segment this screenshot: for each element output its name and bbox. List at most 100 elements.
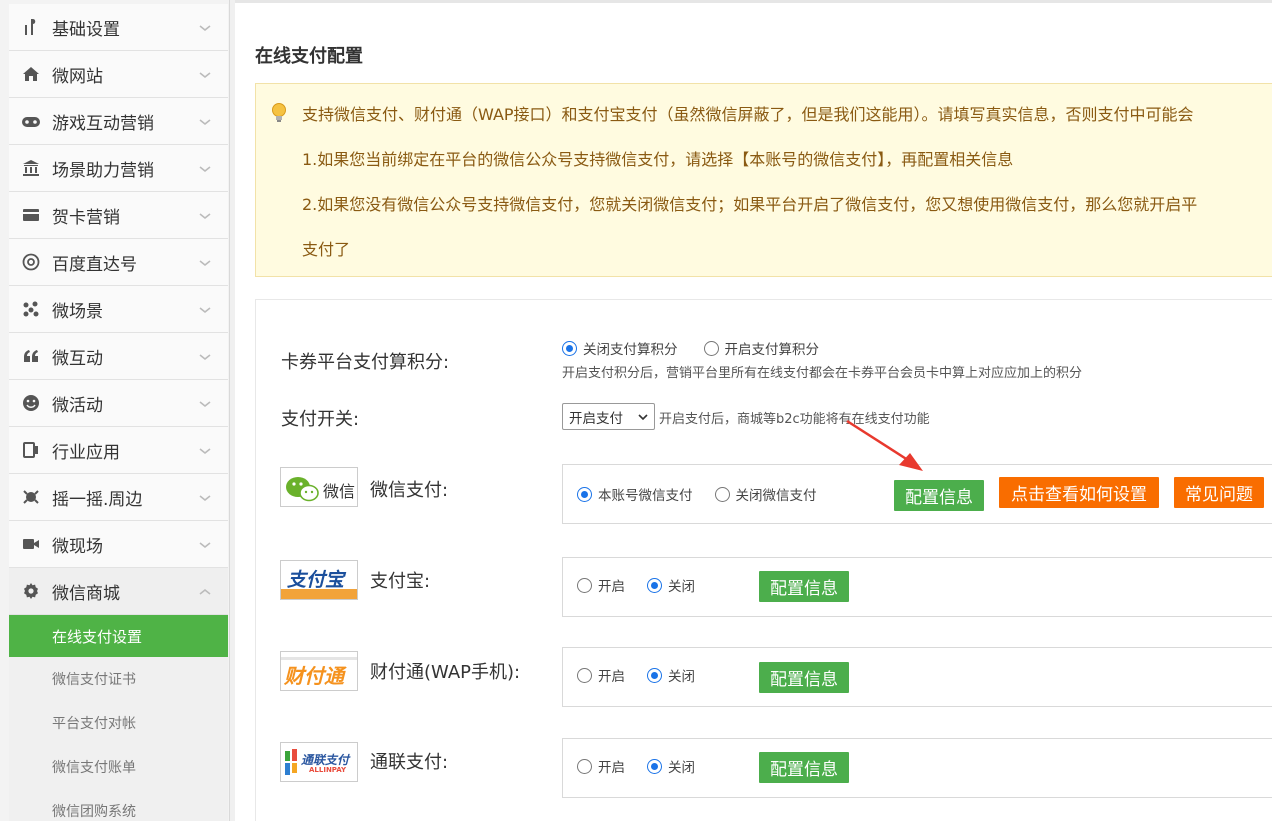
sidebar-item-label: 微活动: [52, 395, 103, 416]
wechat-off-radio[interactable]: [714, 486, 730, 502]
sidebar-item-label: 摇一摇.周边: [52, 489, 143, 510]
alipay-on-radio[interactable]: [577, 577, 592, 593]
sidebar-item-scene-marketing[interactable]: 场景助力营销: [9, 145, 228, 192]
at-icon: [21, 252, 41, 272]
chevron-down-icon: [199, 354, 211, 361]
sidebar-item-label: 场景助力营销: [52, 160, 154, 181]
notice-line-4: 支付了: [302, 240, 351, 259]
sidebar-subitem-payment-bill[interactable]: 微信支付账单: [9, 745, 228, 789]
home-icon: [21, 64, 41, 84]
tenpay-on-label: 开启: [598, 669, 625, 685]
sidebar-item-shake[interactable]: 摇一摇.周边: [9, 474, 228, 521]
notice-line-2: 1.如果您当前绑定在平台的微信公众号支持微信支付，请选择【本账号的微信支付】，再…: [302, 150, 1014, 169]
chevron-down-icon: [199, 119, 211, 126]
sidebar-item-micro-site[interactable]: 微网站: [9, 51, 228, 98]
notice-box: 支持微信支付、财付通（WAP接口）和支付宝支付（虽然微信屏蔽了，但是我们这能用）…: [255, 83, 1272, 277]
wechat-mall-submenu: 在线支付设置 微信支付证书 平台支付对帐 微信支付账单 微信团购系统: [9, 615, 228, 821]
payment-switch-label: 支付开关:: [281, 409, 360, 430]
allinpay-logo-subtext: ALLINPAY: [309, 766, 347, 774]
chevron-down-icon: [638, 414, 648, 421]
sidebar-item-micro-scene[interactable]: 微场景: [9, 286, 228, 333]
payment-switch-select[interactable]: 开启支付: [562, 403, 655, 430]
sidebar-item-label: 基础设置: [52, 19, 120, 40]
device-icon: [21, 440, 41, 460]
chevron-down-icon: [199, 307, 211, 314]
wechat-own-label: 本账号微信支付: [598, 488, 693, 504]
alipay-on-label: 开启: [598, 579, 625, 595]
chevron-down-icon: [199, 448, 211, 455]
sidebar-item-label: 微现场: [52, 536, 103, 557]
chevron-down-icon: [199, 260, 211, 267]
sidebar-item-label: 微互动: [52, 348, 103, 369]
allinpay-label: 通联支付:: [370, 752, 449, 773]
tenpay-config-button[interactable]: 配置信息: [759, 662, 849, 693]
allinpay-logo: 通联支付 ALLINPAY: [280, 742, 358, 782]
alipay-logo-text: 支付宝: [287, 569, 345, 591]
chevron-down-icon: [199, 495, 211, 502]
tools-icon: [21, 17, 41, 37]
page-title: 在线支付配置: [255, 46, 363, 67]
wechat-faq-button[interactable]: 常见问题: [1174, 477, 1264, 508]
wechat-pay-logo: 微信: [280, 467, 358, 507]
main-content: 在线支付配置 支持微信支付、财付通（WAP接口）和支付宝支付（虽然微信屏蔽了，但…: [235, 0, 1272, 821]
sidebar: 基础设置 微网站 游戏互动营销 场景助力营销 贺卡营销 百度直达号 微场景 微互…: [0, 0, 230, 821]
sidebar-item-label: 微网站: [52, 66, 103, 87]
sidebar-item-label: 游戏互动营销: [52, 113, 154, 134]
tenpay-off-label: 关闭: [668, 669, 695, 685]
points-off-radio[interactable]: [562, 340, 577, 356]
points-hint: 开启支付积分后，营销平台里所有在线支付都会在卡券平台会员卡中算上对应应加上的积分: [562, 366, 1083, 381]
wechat-howto-button[interactable]: 点击查看如何设置: [999, 477, 1159, 508]
sidebar-item-game-marketing[interactable]: 游戏互动营销: [9, 98, 228, 145]
alipay-logo: 支付宝: [280, 560, 358, 600]
sidebar-item-baidu[interactable]: 百度直达号: [9, 239, 228, 286]
chevron-down-icon: [199, 72, 211, 79]
allinpay-on-radio[interactable]: [577, 758, 592, 774]
allinpay-config-button[interactable]: 配置信息: [759, 752, 849, 783]
sidebar-item-label: 微信商城: [52, 583, 120, 604]
sidebar-subitem-payment-cert[interactable]: 微信支付证书: [9, 657, 228, 701]
sidebar-subitem-group-buy[interactable]: 微信团购系统: [9, 789, 228, 821]
sidebar-item-micro-activity[interactable]: 微活动: [9, 380, 228, 427]
tenpay-off-radio[interactable]: [647, 667, 662, 683]
chevron-up-icon: [199, 588, 211, 595]
points-label: 卡券平台支付算积分:: [281, 352, 450, 373]
sidebar-item-micro-interaction[interactable]: 微互动: [9, 333, 228, 380]
gamepad-icon: [21, 111, 41, 131]
alipay-label: 支付宝:: [370, 571, 431, 592]
sidebar-item-industry-apps[interactable]: 行业应用: [9, 427, 228, 474]
wechat-off-label: 关闭微信支付: [735, 488, 817, 504]
sidebar-item-basic-settings[interactable]: 基础设置: [9, 4, 228, 51]
molecule-icon: [21, 299, 41, 319]
allinpay-radio-group: 开启 关闭: [577, 756, 695, 776]
sidebar-subitem-online-payment[interactable]: 在线支付设置: [9, 615, 228, 657]
bank-icon: [21, 158, 41, 178]
payment-switch-value: 开启支付: [569, 410, 623, 427]
wechat-config-button[interactable]: 配置信息: [894, 480, 984, 511]
sidebar-item-label: 行业应用: [52, 442, 120, 463]
chevron-down-icon: [199, 213, 211, 220]
sidebar-item-greeting-card[interactable]: 贺卡营销: [9, 192, 228, 239]
notice-line-3: 2.如果您没有微信公众号支持微信支付，您就关闭微信支付；如果平台开启了微信支付，…: [302, 195, 1198, 214]
wechat-logo-text: 微信: [323, 482, 356, 501]
sidebar-item-label: 贺卡营销: [52, 207, 120, 228]
alipay-off-radio[interactable]: [647, 577, 662, 593]
points-off-label: 关闭支付算积分: [583, 342, 678, 358]
allinpay-off-label: 关闭: [668, 760, 695, 776]
tenpay-on-radio[interactable]: [577, 667, 592, 683]
points-on-radio[interactable]: [703, 340, 719, 356]
chevron-down-icon: [199, 25, 211, 32]
alipay-config-button[interactable]: 配置信息: [759, 571, 849, 602]
alipay-off-label: 关闭: [668, 579, 695, 595]
allinpay-on-label: 开启: [598, 760, 625, 776]
card-icon: [21, 205, 41, 225]
smile-icon: [21, 393, 41, 413]
sidebar-item-micro-live[interactable]: 微现场: [9, 521, 228, 568]
wechat-own-radio[interactable]: [577, 486, 592, 502]
sidebar-subitem-reconciliation[interactable]: 平台支付对帐: [9, 701, 228, 745]
tenpay-label: 财付通(WAP手机):: [370, 662, 521, 683]
annotation-arrow-icon: [846, 419, 923, 471]
sidebar-item-wechat-mall[interactable]: 微信商城: [9, 568, 228, 615]
points-on-label: 开启支付算积分: [724, 342, 820, 358]
tenpay-logo-text: 财付通: [284, 664, 344, 688]
allinpay-off-radio[interactable]: [647, 758, 662, 774]
